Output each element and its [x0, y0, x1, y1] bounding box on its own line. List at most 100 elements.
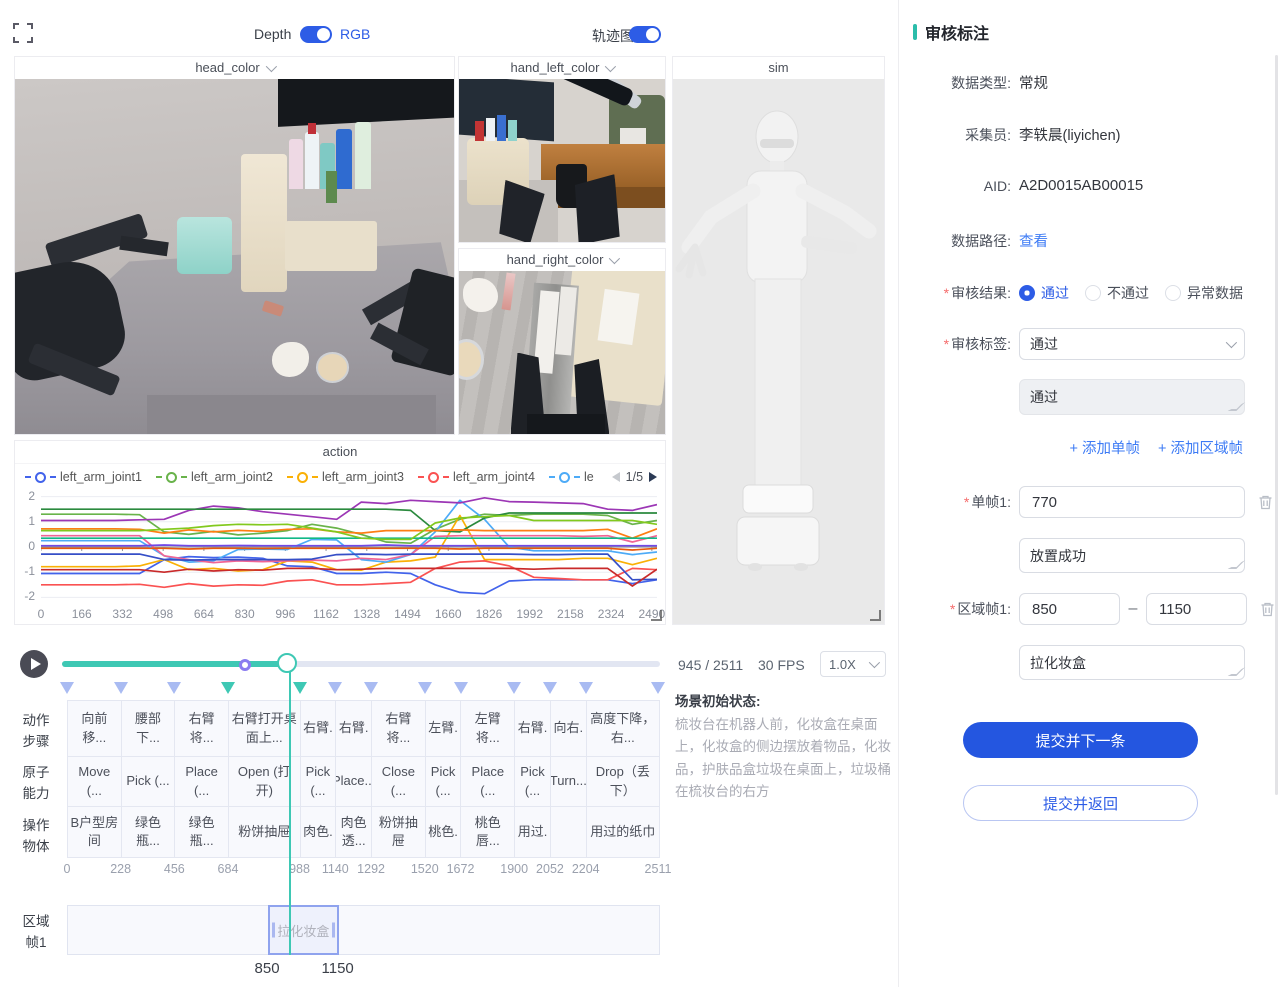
chevron-down-icon — [605, 61, 616, 72]
field-region-frame-note: 拉化妆盒 — [899, 645, 1280, 680]
scale-tick-label: 228 — [110, 862, 131, 876]
legend-marker — [287, 476, 293, 478]
boundary-marker[interactable] — [293, 682, 307, 694]
x-tick-label: 498 — [153, 607, 173, 621]
region-frame-segment[interactable]: 拉化妆盒 — [268, 905, 339, 955]
legend-marker — [25, 476, 31, 478]
y-tick-label: 0 — [15, 539, 35, 553]
boundary-marker[interactable] — [167, 682, 181, 694]
legend-item-left_arm_joint1[interactable]: left_arm_joint1 — [25, 470, 142, 484]
table-row: Move (...Pick (...Place (...Open (打开)Pic… — [68, 757, 659, 807]
depth-rgb-toggle[interactable] — [300, 26, 332, 43]
submit-return-button[interactable]: 提交并返回 — [963, 785, 1198, 821]
boundary-marker[interactable] — [543, 682, 557, 694]
tag-note-textarea[interactable]: 通过 — [1019, 379, 1245, 415]
region-frame-label: *区域帧1: — [899, 599, 1019, 619]
chevron-down-icon — [609, 253, 620, 264]
review-tag-select[interactable]: 通过 — [1019, 328, 1245, 360]
chart-plot-area: 210-1-2 01663324986648309961162132814941… — [15, 489, 666, 607]
object-cell: 肉色. — [301, 807, 337, 857]
legend-marker — [181, 476, 187, 478]
boundary-marker[interactable] — [507, 682, 521, 694]
speed-select[interactable]: 1.0X — [820, 651, 886, 677]
legend-item-left_arm_joint4[interactable]: left_arm_joint4 — [418, 470, 535, 484]
field-collector: 采集员: 李轶晨(liyichen) — [899, 124, 1280, 145]
boundary-marker[interactable] — [364, 682, 378, 694]
playhead-line — [289, 664, 291, 955]
slider-thumb[interactable] — [277, 653, 297, 673]
radio-icon[interactable] — [1085, 285, 1101, 301]
scale-tick-label: 456 — [164, 862, 185, 876]
segment-handle-left[interactable] — [272, 923, 275, 938]
x-tick-label: 1660 — [435, 607, 462, 621]
region-frame-note-textarea[interactable]: 拉化妆盒 — [1019, 645, 1245, 680]
step-cell: 右臂. — [336, 701, 372, 756]
ability-cell: Drop（丢下） — [587, 757, 659, 806]
play-button[interactable] — [20, 650, 48, 678]
scrollbar[interactable] — [1275, 55, 1278, 795]
review-result-options: 通过不通过异常数据 — [1019, 283, 1259, 303]
series-joint15 — [41, 568, 657, 586]
boundary-marker[interactable] — [221, 682, 235, 694]
single-frame-input[interactable]: 770 — [1019, 486, 1245, 518]
radio-option-异常数据[interactable]: 异常数据 — [1165, 283, 1243, 303]
resize-handle-icon[interactable] — [870, 610, 881, 621]
scale-tick-label: 1672 — [447, 862, 475, 876]
radio-option-不通过[interactable]: 不通过 — [1085, 283, 1149, 303]
data-type-label: 数据类型: — [899, 73, 1019, 93]
playback-slider[interactable] — [62, 656, 660, 672]
radio-icon[interactable] — [1019, 285, 1035, 301]
boundary-marker[interactable] — [60, 682, 74, 694]
add-region-frame-button[interactable]: + 添加区域帧 — [1158, 437, 1243, 458]
resize-handle-icon[interactable] — [651, 610, 662, 621]
boundary-marker[interactable] — [579, 682, 593, 694]
legend-marker-dot — [35, 472, 46, 483]
legend-marker-dot — [559, 472, 570, 483]
camera-select-head[interactable]: head_color — [15, 57, 454, 80]
boundary-marker[interactable] — [651, 682, 665, 694]
single-frame-note-textarea[interactable]: 放置成功 — [1019, 538, 1245, 573]
radio-icon[interactable] — [1165, 285, 1181, 301]
radio-option-通过[interactable]: 通过 — [1019, 283, 1069, 303]
region-frame-track[interactable]: 拉化妆盒 — [67, 905, 660, 955]
field-single-frame-note: 放置成功 — [899, 538, 1280, 573]
single-frame-label: *单帧1: — [899, 492, 1019, 512]
field-aid: AID: A2D0015AB00015 — [899, 177, 1280, 194]
legend-prev-icon[interactable] — [612, 472, 620, 482]
region-boundary-number: 850 — [255, 960, 280, 977]
submit-next-button[interactable]: 提交并下一条 — [963, 722, 1198, 758]
delete-single-frame-button[interactable] — [1258, 494, 1273, 510]
boundary-marker[interactable] — [454, 682, 468, 694]
x-tick-label: 830 — [235, 607, 255, 621]
legend-item-left_arm_joint2[interactable]: left_arm_joint2 — [156, 470, 273, 484]
ability-cell: Move (... — [68, 757, 122, 806]
x-axis-labels: 0166332498664830996116213281494166018261… — [41, 607, 657, 623]
region-end-input[interactable]: 1150 — [1146, 593, 1247, 625]
steps-table: 向前移...腰部下...右臂将...右臂打开桌面上...右臂.右臂.右臂将...… — [67, 700, 660, 858]
camera-select-hand-right[interactable]: hand_right_color — [459, 249, 665, 272]
trajectory-toggle[interactable] — [629, 26, 661, 43]
segment-handle-right[interactable] — [332, 923, 335, 938]
scale-tick-label: 2204 — [572, 862, 600, 876]
boundary-marker[interactable] — [328, 682, 342, 694]
boundary-marker[interactable] — [114, 682, 128, 694]
view-link[interactable]: 查看 — [1019, 230, 1048, 251]
legend-marker — [156, 476, 162, 478]
legend-item-left_arm_joint3[interactable]: left_arm_joint3 — [287, 470, 404, 484]
fullscreen-icon[interactable] — [12, 22, 34, 44]
aid-label: AID: — [899, 178, 1019, 194]
x-tick-label: 1826 — [476, 607, 503, 621]
region-start-input[interactable]: 850 — [1019, 593, 1120, 625]
legend-next-icon[interactable] — [649, 472, 657, 482]
y-tick-label: -1 — [15, 564, 35, 578]
data-path-label: 数据路径: — [899, 231, 1019, 251]
sim-view[interactable] — [673, 79, 884, 624]
chevron-down-icon — [265, 61, 276, 72]
trash-icon — [1258, 494, 1273, 510]
delete-region-frame-button[interactable] — [1260, 601, 1275, 617]
object-cell: 绿色瓶... — [122, 807, 176, 857]
boundary-marker[interactable] — [418, 682, 432, 694]
legend-item-le[interactable]: le — [549, 470, 594, 484]
add-single-frame-button[interactable]: + 添加单帧 — [1070, 437, 1141, 458]
camera-select-hand-left[interactable]: hand_left_color — [459, 57, 665, 80]
